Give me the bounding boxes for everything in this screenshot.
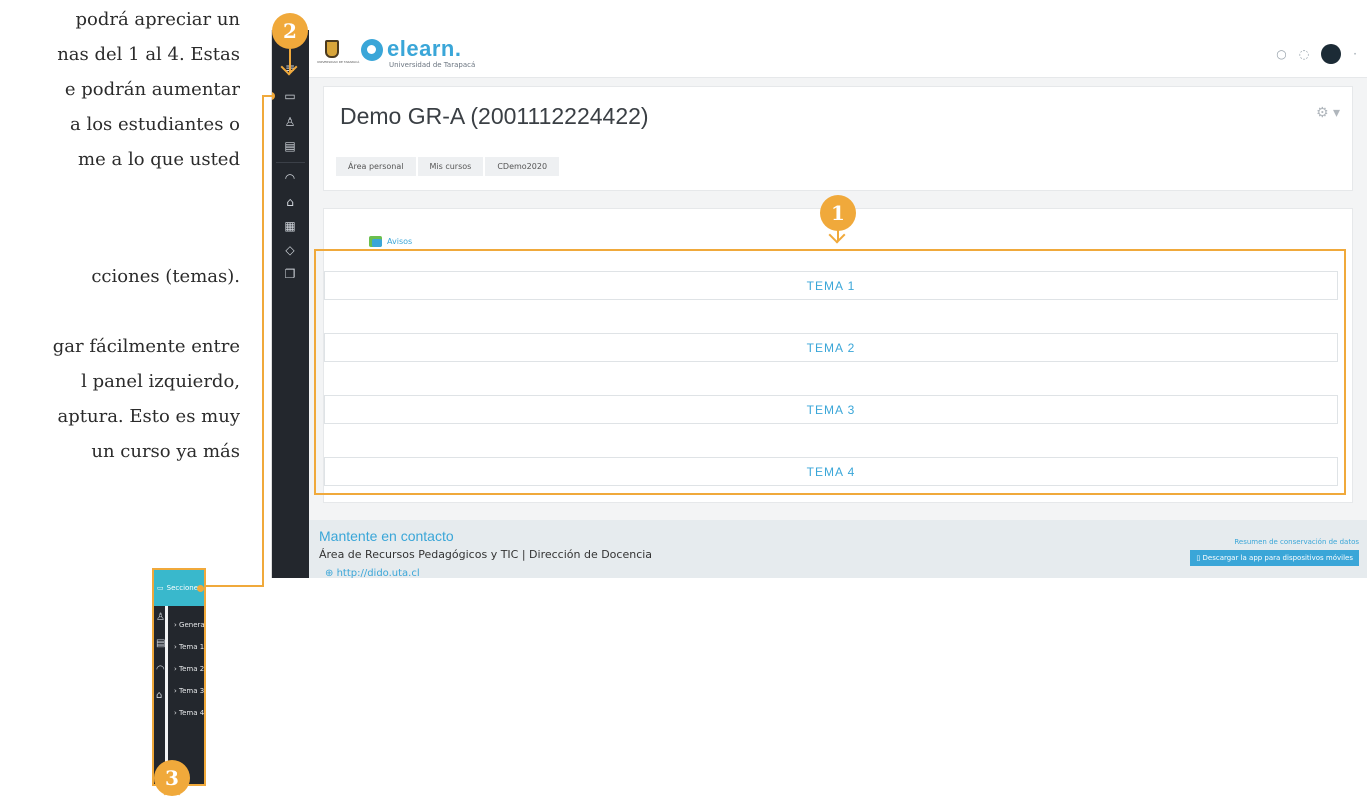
drawer-item-label: Tema 2 bbox=[179, 665, 205, 673]
footer-link-text[interactable]: http://dido.uta.cl bbox=[337, 568, 420, 578]
doc-line: nas del 1 al 4. Estas bbox=[57, 44, 240, 65]
grades-icon[interactable]: ▤ bbox=[280, 136, 300, 156]
announcements-link[interactable]: Avisos bbox=[369, 236, 412, 247]
doc-line: cciones (temas). bbox=[91, 266, 240, 287]
drawer-section-list: › General › Tema 1 › Tema 2 › Tema 3 › T… bbox=[174, 614, 206, 724]
home-icon[interactable]: ⌂ bbox=[280, 192, 300, 212]
home-icon[interactable]: ⌂ bbox=[156, 690, 162, 701]
footer-title: Mantente en contacto bbox=[319, 528, 454, 544]
doc-line: l panel izquierdo, bbox=[81, 371, 240, 392]
avatar[interactable] bbox=[1321, 44, 1342, 64]
download-app-label: Descargar la app para dispositivos móvil… bbox=[1202, 554, 1354, 562]
folder-icon: ▭ bbox=[157, 584, 164, 592]
arrow-down-icon bbox=[289, 49, 291, 73]
messages-icon[interactable]: ○ bbox=[1276, 47, 1286, 61]
doc-line: e podrán aumentar bbox=[64, 79, 240, 100]
elearn-logo-text[interactable]: elearn. bbox=[387, 36, 461, 62]
doc-line: podrá apreciar un bbox=[75, 9, 240, 30]
drawer-item-label: General bbox=[179, 621, 206, 629]
folder-icon[interactable]: ▭ bbox=[280, 86, 300, 106]
files-icon[interactable]: ❐ bbox=[280, 264, 300, 284]
doc-line: aptura. Esto es muy bbox=[57, 406, 240, 427]
left-nav-sidebar: ≡ ▭ ♙ ▤ ◠ ⌂ ▦ ◇ ❐ bbox=[272, 30, 309, 578]
data-retention-link[interactable]: Resumen de conservación de datos bbox=[1234, 538, 1359, 546]
logo-subtitle: Universidad de Tarapacá bbox=[389, 61, 476, 69]
connector-line bbox=[262, 95, 264, 587]
calendar-icon[interactable]: ▦ bbox=[280, 216, 300, 236]
doc-line: me a lo que usted bbox=[78, 149, 240, 170]
notifications-icon[interactable]: ◌ bbox=[1299, 47, 1309, 61]
user-menu: ○ ◌ · bbox=[1276, 44, 1357, 64]
drawer-item-tema-1[interactable]: › Tema 1 bbox=[174, 636, 205, 658]
page-title: Demo GR-A (2001112224422) bbox=[340, 103, 649, 129]
university-shield-logo bbox=[325, 40, 339, 58]
courses-icon[interactable]: ◇ bbox=[280, 240, 300, 260]
footer-subtitle: Área de Recursos Pedagógicos y TIC | Dir… bbox=[319, 548, 653, 561]
dashboard-icon[interactable]: ◠ bbox=[280, 168, 300, 188]
doc-line: gar fácilmente entre bbox=[52, 336, 240, 357]
drawer-item-tema-4[interactable]: › Tema 4 bbox=[174, 702, 205, 724]
forum-icon bbox=[369, 236, 382, 247]
callout-badge-2: 2 bbox=[272, 13, 308, 49]
participants-icon[interactable]: ♙ bbox=[156, 612, 165, 623]
drawer-item-tema-3[interactable]: › Tema 3 bbox=[174, 680, 205, 702]
elearn-logo-icon bbox=[361, 39, 383, 61]
chevron-down-icon[interactable]: · bbox=[1353, 47, 1357, 61]
arrow-down-icon bbox=[837, 223, 839, 241]
doc-line: un curso ya más bbox=[91, 441, 240, 462]
connector-dot bbox=[197, 585, 204, 592]
breadcrumb-item[interactable]: Área personal bbox=[336, 157, 416, 176]
drawer-item-tema-2[interactable]: › Tema 2 bbox=[174, 658, 205, 680]
participants-icon[interactable]: ♙ bbox=[280, 112, 300, 132]
sidebar-divider bbox=[276, 162, 305, 163]
page-footer: Mantente en contacto Área de Recursos Pe… bbox=[309, 520, 1367, 578]
dashboard-icon[interactable]: ◠ bbox=[156, 664, 165, 675]
breadcrumb: Área personal Mis cursos CDemo2020 bbox=[336, 157, 560, 176]
document-text: podrá apreciar un nas del 1 al 4. Estas … bbox=[0, 0, 240, 500]
announcements-label: Avisos bbox=[387, 237, 413, 246]
callout-badge-3: 3 bbox=[154, 760, 190, 796]
topics-highlight-box bbox=[314, 249, 1346, 495]
drawer-item-general[interactable]: › General bbox=[174, 614, 206, 636]
doc-line: a los estudiantes o bbox=[69, 114, 240, 135]
connector-line bbox=[205, 585, 264, 587]
drawer-item-label: Tema 3 bbox=[179, 687, 205, 695]
drawer-icon-rail: ♙ ▤ ◠ ⌂ bbox=[154, 606, 168, 784]
download-app-button[interactable]: ▯ Descargar la app para dispositivos móv… bbox=[1190, 550, 1359, 566]
course-header-card: Demo GR-A (2001112224422) ⚙ ▾ Área perso… bbox=[323, 86, 1353, 191]
drawer-item-label: Tema 1 bbox=[179, 643, 205, 651]
breadcrumb-item[interactable]: Mis cursos bbox=[417, 157, 484, 176]
footer-link[interactable]: ⊕ http://dido.uta.cl bbox=[325, 568, 420, 578]
top-navbar: UNIVERSIDAD DE TARAPACÁ elearn. Universi… bbox=[309, 30, 1367, 78]
course-sections-drawer: ▭ Secciones del curso ♙ ▤ ◠ ⌂ › General … bbox=[152, 568, 206, 786]
grades-icon[interactable]: ▤ bbox=[156, 638, 165, 649]
drawer-item-label: Tema 4 bbox=[179, 709, 205, 717]
gear-icon[interactable]: ⚙ ▾ bbox=[1316, 105, 1340, 121]
breadcrumb-item[interactable]: CDemo2020 bbox=[485, 157, 560, 176]
shield-caption: UNIVERSIDAD DE TARAPACÁ bbox=[317, 60, 360, 64]
